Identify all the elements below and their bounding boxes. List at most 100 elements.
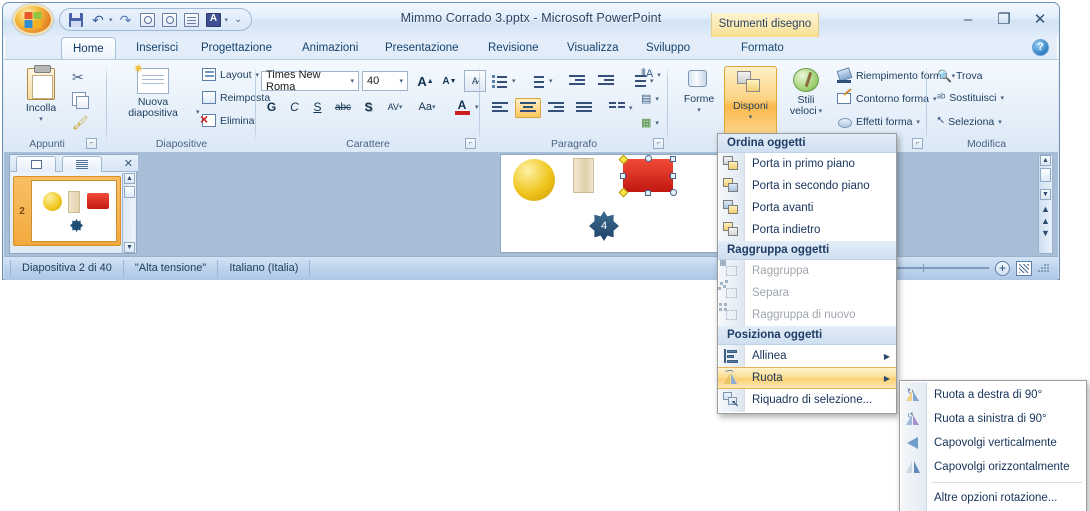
layout-button[interactable]: Layout ▾ bbox=[202, 68, 259, 81]
next-slide-icon[interactable]: ▼ bbox=[1041, 229, 1050, 238]
shape-effects-button[interactable]: Effetti forma ▾ bbox=[837, 115, 920, 129]
bullets-dropdown-icon[interactable]: ▾ bbox=[512, 77, 516, 85]
font-size-dropdown-icon[interactable]: ▾ bbox=[397, 77, 405, 85]
close-button[interactable]: ✕ bbox=[1029, 11, 1051, 28]
canvas-star-shape[interactable]: 4 bbox=[589, 211, 619, 241]
scroll-down-icon[interactable]: ▼ bbox=[124, 242, 135, 253]
grow-font-button[interactable]: A ▲ bbox=[414, 71, 437, 91]
menu-item-selection-pane[interactable]: ⭦ Riquadro di selezione... bbox=[718, 389, 896, 411]
find-button[interactable]: 🔍 Trova bbox=[937, 69, 982, 83]
help-icon[interactable]: ? bbox=[1032, 39, 1049, 56]
align-right-button[interactable] bbox=[543, 98, 569, 118]
menu-item-bring-to-front[interactable]: Porta in primo piano bbox=[718, 153, 896, 175]
underline-button[interactable]: S bbox=[307, 97, 328, 117]
replace-button[interactable]: ᵃᵇ Sostituisci ▾ bbox=[937, 92, 1004, 104]
tab-sviluppo[interactable]: Sviluppo bbox=[635, 37, 701, 59]
fit-to-window-icon[interactable] bbox=[1016, 260, 1032, 276]
menu-item-rotate[interactable]: Ruota ▶ bbox=[718, 367, 896, 389]
submenu-item-more-rotation-options[interactable]: Altre opzioni rotazione... bbox=[900, 486, 1086, 510]
tab-slides-thumbnails[interactable] bbox=[16, 156, 56, 172]
font-name-combobox[interactable]: Times New Roma ▾ bbox=[261, 69, 359, 93]
slide-vertical-scrollbar[interactable]: ▲ ▼ ▲ ▲ ▼ bbox=[1038, 154, 1053, 254]
bullets-button[interactable] bbox=[487, 71, 511, 91]
font-size-combobox[interactable]: 40 ▾ bbox=[362, 71, 408, 91]
align-left-button[interactable] bbox=[487, 98, 513, 118]
text-direction-button[interactable]: ⦀A ▾ bbox=[641, 68, 661, 81]
submenu-item-flip-vertical[interactable]: Capovolgi verticalmente bbox=[900, 431, 1086, 455]
slide-scroll-down-icon[interactable]: ▼ bbox=[1040, 189, 1051, 200]
character-spacing-button[interactable]: AV ▾ bbox=[381, 97, 409, 117]
justify-button[interactable] bbox=[571, 98, 597, 118]
font-color-button[interactable]: A bbox=[450, 95, 474, 119]
columns-button[interactable] bbox=[605, 98, 629, 118]
change-case-button[interactable]: Aa ▾ bbox=[412, 97, 442, 117]
resize-handle-bottom-center[interactable] bbox=[645, 190, 651, 196]
tab-animazioni[interactable]: Animazioni bbox=[291, 37, 369, 59]
text-shadow-button[interactable]: S bbox=[358, 97, 379, 117]
italic-button[interactable]: C bbox=[284, 97, 305, 117]
increase-indent-button[interactable] bbox=[594, 71, 618, 91]
arrange-dropdown-icon[interactable]: ▾ bbox=[749, 112, 753, 123]
tab-formato[interactable]: Formato bbox=[730, 37, 795, 59]
menu-item-align[interactable]: Allinea ▶ bbox=[718, 345, 896, 367]
shapes-button[interactable]: Forme ▾ bbox=[677, 68, 721, 116]
submenu-item-rotate-left-90[interactable]: ↺ Ruota a sinistra di 90° bbox=[900, 407, 1086, 431]
arrange-button[interactable]: Disponi ▾ bbox=[724, 66, 777, 139]
shape-effects-dropdown-icon[interactable]: ▾ bbox=[916, 118, 920, 126]
align-text-button[interactable]: ▤ ▾ bbox=[641, 92, 659, 105]
tab-visualizza[interactable]: Visualizza bbox=[556, 37, 630, 59]
canvas-red-shape-selected[interactable] bbox=[623, 159, 673, 192]
previous-slide-icon[interactable]: ▲ bbox=[1041, 205, 1050, 214]
zoom-in-button[interactable]: + bbox=[995, 260, 1010, 276]
tab-inserisci[interactable]: Inserisci bbox=[125, 37, 189, 59]
previous-slide-icon-2[interactable]: ▲ bbox=[1041, 217, 1050, 226]
copy-button[interactable] bbox=[72, 92, 89, 109]
resize-handle-mid-right[interactable] bbox=[670, 173, 676, 179]
numbering-button[interactable] bbox=[524, 71, 548, 91]
numbering-dropdown-icon[interactable]: ▾ bbox=[549, 77, 553, 85]
scroll-up-icon[interactable]: ▲ bbox=[124, 173, 135, 184]
shape-outline-button[interactable]: Contorno forma ▾ bbox=[837, 92, 936, 106]
new-slide-dropdown-icon[interactable]: ▾ bbox=[196, 108, 200, 116]
restore-button[interactable]: ❐ bbox=[993, 11, 1015, 28]
canvas-circle-shape[interactable] bbox=[513, 159, 555, 201]
disegno-dialog-launcher[interactable]: ⌐ bbox=[912, 138, 923, 149]
submenu-item-rotate-right-90[interactable]: ↻ Ruota a destra di 90° bbox=[900, 383, 1086, 407]
quick-styles-button[interactable]: Stili veloci ▾ bbox=[782, 68, 830, 117]
tab-presentazione[interactable]: Presentazione bbox=[374, 37, 470, 59]
cut-button[interactable]: ✂ bbox=[72, 69, 84, 86]
menu-item-send-to-back[interactable]: Porta in secondo piano bbox=[718, 175, 896, 197]
decrease-indent-button[interactable] bbox=[565, 71, 589, 91]
convert-smartart-button[interactable]: ▦ ▾ bbox=[641, 116, 659, 129]
submenu-item-flip-horizontal[interactable]: Capovolgi orizzontalmente bbox=[900, 455, 1086, 479]
resize-handle-top-right[interactable] bbox=[670, 156, 676, 162]
menu-item-send-backward[interactable]: Porta indietro bbox=[718, 219, 896, 241]
bold-button[interactable]: G bbox=[261, 97, 282, 117]
font-color-dropdown-icon-2[interactable]: ▾ bbox=[475, 103, 479, 111]
canvas-scroll-shape[interactable] bbox=[573, 158, 594, 193]
new-slide-button[interactable]: ✷ Nuova diapositiva bbox=[112, 62, 194, 119]
tab-home[interactable]: Home bbox=[61, 37, 116, 59]
paste-dropdown-icon[interactable]: ▾ bbox=[39, 114, 43, 125]
font-name-dropdown-icon[interactable]: ▾ bbox=[348, 77, 356, 85]
quick-styles-dropdown-icon[interactable]: ▾ bbox=[819, 106, 823, 117]
tab-revisione[interactable]: Revisione bbox=[477, 37, 550, 59]
paragrafo-dialog-launcher[interactable]: ⌐ bbox=[653, 138, 664, 149]
appunti-dialog-launcher[interactable]: ⌐ bbox=[86, 138, 97, 149]
slide-canvas[interactable]: 4 bbox=[500, 154, 726, 253]
status-language[interactable]: Italiano (Italia) bbox=[218, 260, 311, 277]
replace-dropdown-icon[interactable]: ▾ bbox=[1001, 94, 1005, 102]
format-painter-button[interactable]: 🖌 bbox=[72, 115, 89, 131]
columns-dropdown-icon[interactable]: ▾ bbox=[629, 104, 633, 112]
resize-handle-bottom-right[interactable] bbox=[670, 189, 677, 196]
paste-button[interactable]: Incolla ▾ bbox=[18, 65, 64, 125]
carattere-dialog-launcher[interactable]: ⌐ bbox=[465, 138, 476, 149]
thumbnail-pane-scrollbar[interactable]: ▲ ▼ bbox=[122, 173, 135, 253]
scroll-thumb[interactable] bbox=[124, 186, 135, 198]
resize-handle-mid-left[interactable] bbox=[620, 173, 626, 179]
shrink-font-button[interactable]: A ▼ bbox=[438, 71, 461, 91]
shapes-dropdown-icon[interactable]: ▾ bbox=[697, 105, 701, 116]
delete-slide-button[interactable]: Elimina bbox=[200, 111, 254, 127]
close-pane-icon[interactable]: ✕ bbox=[124, 157, 133, 170]
resize-grip[interactable] bbox=[1038, 262, 1050, 274]
